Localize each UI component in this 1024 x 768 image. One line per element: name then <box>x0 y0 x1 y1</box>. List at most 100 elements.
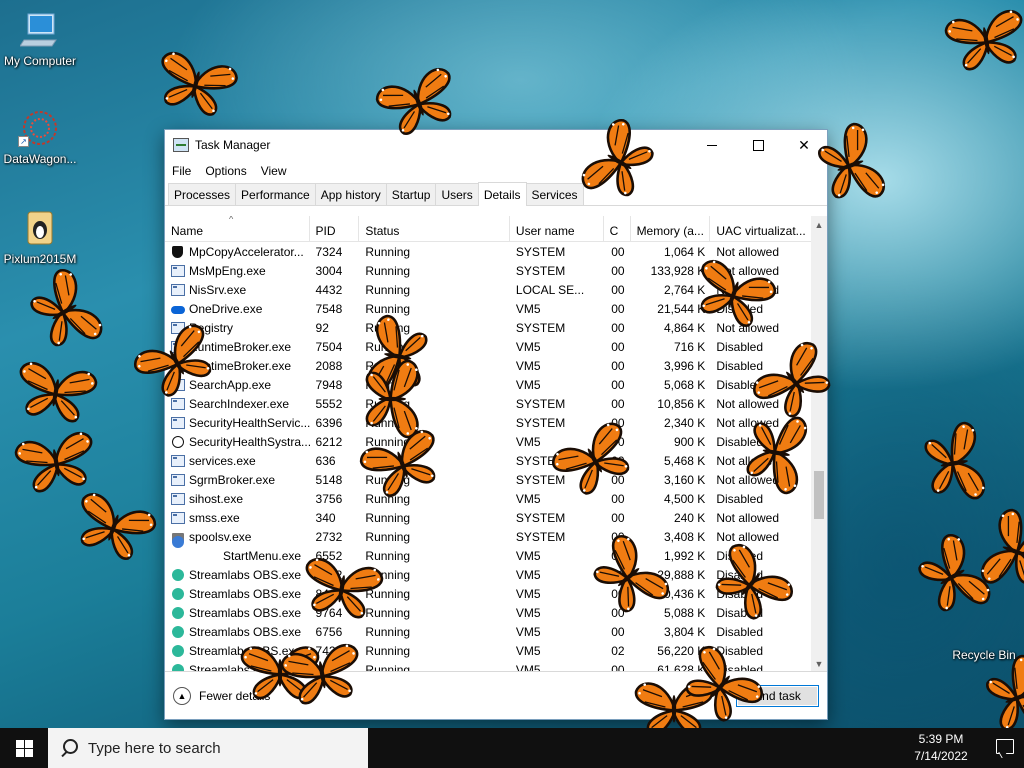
menu-view[interactable]: View <box>261 164 287 178</box>
cell-name: Streamlabs OBS.exe <box>165 587 310 601</box>
cell-cpu: 00 <box>611 491 625 506</box>
process-name: StartMenu.exe <box>223 548 302 563</box>
cell-user: VM5 <box>515 301 541 316</box>
cell-user: VM5 <box>515 586 541 601</box>
tab-performance[interactable]: Performance <box>235 183 316 205</box>
column-header-status[interactable]: Status <box>359 216 510 241</box>
cell-memory: 2,340 K <box>663 415 706 430</box>
clock-date: 7/14/2022 <box>914 749 968 763</box>
process-name: NisSrv.exe <box>189 282 247 297</box>
column-header-user-name[interactable]: User name <box>510 216 604 241</box>
process-name: MsMpEng.exe <box>189 263 266 278</box>
cell-name: NisSrv.exe <box>165 283 310 297</box>
column-header-uac[interactable]: UAC virtualizat... <box>710 216 811 241</box>
tab-users[interactable]: Users <box>435 183 479 205</box>
process-icon <box>171 473 185 486</box>
process-icon <box>171 606 185 619</box>
process-icon <box>171 625 185 638</box>
windows-logo-icon <box>15 739 33 757</box>
menu-file[interactable]: File <box>172 164 191 178</box>
cell-cpu: 00 <box>611 301 625 316</box>
table-row[interactable]: Streamlabs OBS.exe 9764 Running VM5 00 5,088 … <box>165 603 811 622</box>
cell-name: services.exe <box>165 454 310 468</box>
process-name: Streamlabs OBS.exe <box>189 586 302 601</box>
cell-memory: 240 K <box>673 510 706 525</box>
cell-name: MsMpEng.exe <box>165 264 310 278</box>
column-header-memory[interactable]: Memory (a... <box>631 216 711 241</box>
table-row[interactable]: sihost.exe 3756 Running VM5 00 4,500 K Disable… <box>165 489 811 508</box>
cell-name: SecurityHealthSystra... <box>165 435 310 449</box>
table-row[interactable]: services.exe636RunningSYSTEM005,468 KNot… <box>165 451 811 470</box>
cell-memory: 4,864 K <box>663 320 706 335</box>
cell-cpu: 00 <box>611 339 625 354</box>
cell-pid: 340 <box>315 510 336 525</box>
cell-status: Running <box>365 624 411 639</box>
tab-startup[interactable]: Startup <box>385 183 437 205</box>
cell-memory: 3,804 K <box>663 624 706 639</box>
desktop-icon-datawagon[interactable]: ↗ DataWagon... <box>0 108 80 166</box>
tab-app-history[interactable]: App history <box>314 183 387 205</box>
notification-center-icon[interactable] <box>996 739 1014 754</box>
butterfly-icon <box>935 0 1024 77</box>
cell-cpu: 00 <box>611 244 625 259</box>
table-row[interactable]: SearchIndexer.exe5552RunningSYSTEM0010,8… <box>165 394 811 413</box>
tab-details[interactable]: Details <box>477 182 527 206</box>
taskbar-search-box[interactable]: Type here to search <box>48 728 368 768</box>
process-icon <box>171 397 185 410</box>
butterfly-icon <box>60 481 168 571</box>
butterfly-icon <box>16 256 116 367</box>
table-row[interactable]: RuntimeBroker.exe7504RunningVM500716 KDi… <box>165 337 811 356</box>
cell-name: Streamlabs OBS.exe <box>165 606 310 620</box>
cell-user: VM5 <box>515 624 541 639</box>
cell-pid: 6396 <box>315 415 343 430</box>
table-row[interactable]: SearchApp.exe7948RunningVM5005,068 KDisa… <box>165 375 811 394</box>
process-icon <box>171 511 185 524</box>
column-header-cpu[interactable]: C <box>604 216 631 241</box>
table-row[interactable]: SecurityHealthSystra...6212RunningVM5009… <box>165 432 811 451</box>
cell-cpu: 00 <box>611 377 625 392</box>
table-row[interactable]: SecurityHealthServic... 6396 Running SYSTEM… <box>165 413 811 432</box>
vertical-scrollbar[interactable]: ▲ ▼ <box>811 216 827 672</box>
column-header-name[interactable]: ^ Name <box>165 216 310 241</box>
cell-cpu: 00 <box>611 624 625 639</box>
table-row[interactable]: SgrmBroker.exe5148RunningSYSTEM003,160 K… <box>165 470 811 489</box>
minimize-button[interactable] <box>689 130 735 160</box>
cell-pid: 92 <box>315 320 329 335</box>
process-icon <box>171 587 185 600</box>
cell-status: Running <box>365 548 411 563</box>
process-name: SecurityHealthSystra... <box>189 434 310 449</box>
cell-memory: 900 K <box>673 434 706 449</box>
tab-processes[interactable]: Processes <box>168 183 237 205</box>
table-row[interactable]: Registry92RunningSYSTEM004,864 KNot allo… <box>165 318 811 337</box>
cell-cpu: 00 <box>611 320 625 335</box>
process-name: smss.exe <box>189 510 240 525</box>
tab-strip: Processes Performance App history Startu… <box>165 182 827 206</box>
menu-options[interactable]: Options <box>205 164 246 178</box>
scroll-up-icon[interactable]: ▲ <box>811 216 827 233</box>
cell-memory: 3,996 K <box>663 358 706 373</box>
cell-pid: 7548 <box>315 301 343 316</box>
process-icon <box>171 568 185 581</box>
cell-status: Running <box>365 643 411 658</box>
process-name: Streamlabs OBS.exe <box>189 605 302 620</box>
scroll-down-icon[interactable]: ▼ <box>811 655 827 672</box>
table-row[interactable]: smss.exe 340 Running SYSTEM 00 240 K Not allow… <box>165 508 811 527</box>
cell-pid: 3756 <box>315 491 343 506</box>
cell-name: SecurityHealthServic... <box>165 416 310 430</box>
task-manager-window[interactable]: Task Manager ✕ File Options View Process… <box>164 129 828 720</box>
column-header-pid[interactable]: PID <box>310 216 360 241</box>
maximize-button[interactable] <box>735 130 781 160</box>
process-icon <box>171 264 185 277</box>
cell-user: SYSTEM <box>515 529 566 544</box>
table-row[interactable]: RuntimeBroker.exe2088RunningVM5003,996 K… <box>165 356 811 375</box>
desktop-icon-my-computer[interactable]: My Computer <box>0 10 80 68</box>
start-button[interactable] <box>0 728 48 768</box>
scrollbar-thumb[interactable] <box>814 471 824 519</box>
cell-cpu: 00 <box>611 282 625 297</box>
computer-icon <box>20 13 57 47</box>
taskbar: Type here to search 5:39 PM 7/14/2022 <box>0 728 1024 768</box>
cell-status: Running <box>365 510 411 525</box>
system-clock[interactable]: 5:39 PM 7/14/2022 <box>906 731 976 765</box>
cell-memory: 10,856 K <box>657 396 706 411</box>
title-bar[interactable]: Task Manager ✕ <box>165 130 827 160</box>
